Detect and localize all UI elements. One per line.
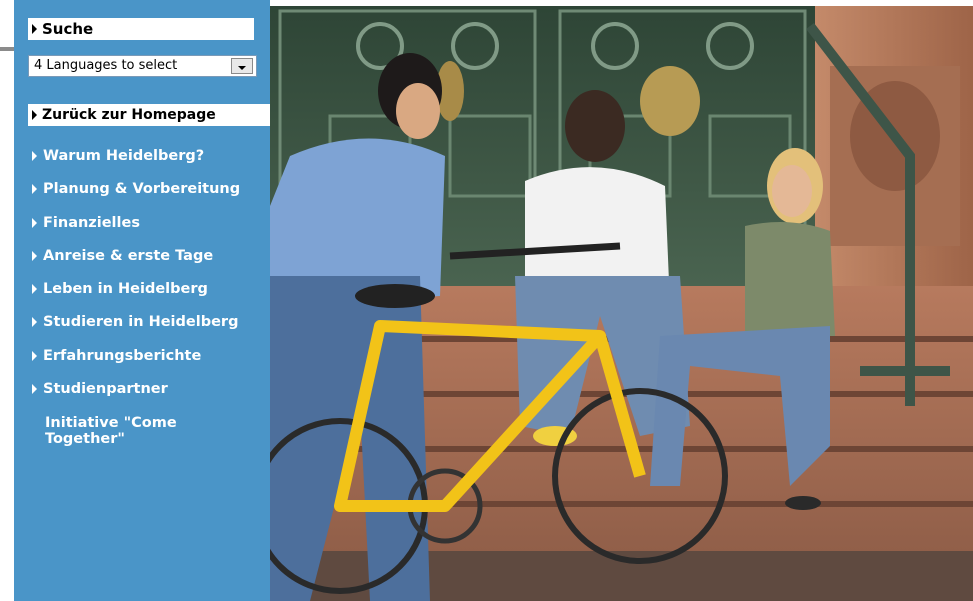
main-nav: Warum Heidelberg? Planung & Vorbereitung…: [28, 146, 271, 447]
arrow-right-icon: [32, 350, 37, 361]
arrow-right-icon: [32, 284, 37, 295]
arrow-right-icon: [32, 250, 37, 261]
arrow-right-icon: [32, 184, 37, 195]
nav-item-label: Studienpartner: [43, 381, 168, 398]
nav-item-label: Planung & Vorbereitung: [43, 181, 241, 198]
hero-photo: [270, 6, 973, 601]
arrow-right-icon: [32, 110, 37, 120]
nav-item-planung[interactable]: Planung & Vorbereitung: [28, 179, 271, 212]
nav-item-studieren[interactable]: Studieren in Heidelberg: [28, 312, 271, 345]
nav-item-leben[interactable]: Leben in Heidelberg: [28, 279, 271, 312]
arrow-right-icon: [32, 217, 37, 228]
nav-item-erfahrungsberichte[interactable]: Erfahrungsberichte: [28, 346, 271, 379]
arrow-right-icon: [32, 151, 37, 161]
nav-item-come-together[interactable]: Initiative "Come Together": [28, 415, 245, 447]
nav-item-studienpartner[interactable]: Studienpartner: [28, 379, 271, 412]
language-select[interactable]: 4 Languages to select: [28, 55, 257, 77]
nav-item-label: Finanzielles: [43, 214, 140, 231]
hero-photo-scene: [270, 6, 973, 601]
nav-item-label: Studieren in Heidelberg: [43, 314, 239, 331]
arrow-right-icon: [32, 384, 37, 395]
search-label: Suche: [42, 20, 94, 38]
nav-item-label: Anreise & erste Tage: [43, 247, 214, 264]
tab-line: [0, 47, 14, 51]
nav-item-anreise[interactable]: Anreise & erste Tage: [28, 246, 271, 279]
nav-item-finanzielles[interactable]: Finanzielles: [28, 213, 271, 246]
dropdown-arrow-icon: [238, 66, 246, 70]
nav-item-label: Warum Heidelberg?: [43, 148, 205, 164]
dropdown-button[interactable]: [231, 58, 253, 74]
home-link[interactable]: Zurück zur Homepage: [28, 104, 271, 126]
sidebar: Suche 4 Languages to select Zurück zur H…: [14, 0, 271, 601]
home-link-label: Zurück zur Homepage: [42, 107, 216, 123]
arrow-right-icon: [32, 24, 37, 34]
outer-margin: [0, 0, 14, 601]
nav-item-label: Erfahrungsberichte: [43, 347, 202, 364]
arrow-right-icon: [32, 317, 37, 328]
search-link[interactable]: Suche: [28, 18, 254, 40]
nav-item-label: Leben in Heidelberg: [43, 281, 208, 298]
language-select-value: 4 Languages to select: [34, 58, 178, 73]
nav-item-warum-heidelberg[interactable]: Warum Heidelberg?: [28, 146, 271, 179]
